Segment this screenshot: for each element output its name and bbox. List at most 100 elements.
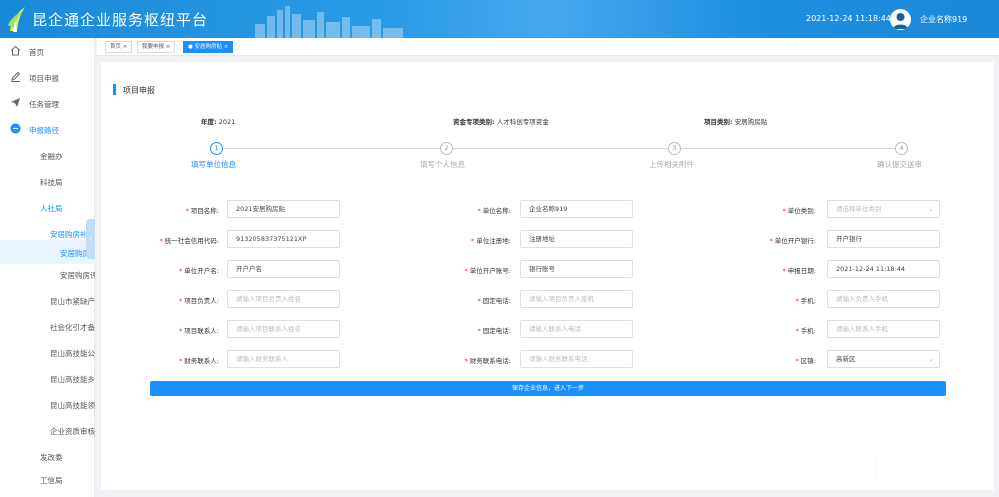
info-fund-value: 人才科创专项资金 bbox=[496, 118, 549, 126]
info-year-value: 2021 bbox=[218, 118, 236, 126]
sidebar-item-label: 昆山高技能公 bbox=[50, 349, 95, 358]
user-icon bbox=[893, 13, 908, 29]
chevron-down-icon: ⌄ bbox=[928, 355, 934, 363]
step-4-circle: 4 bbox=[895, 142, 908, 155]
field-label: * 单位注册地: bbox=[471, 237, 511, 245]
sidebar-item-label: 工信局 bbox=[40, 476, 63, 485]
sidebar-item-label: 发改委 bbox=[40, 453, 63, 462]
sidebar-item-skill-3[interactable]: 昆山高技能领 bbox=[0, 392, 95, 416]
chevron-left-icon: ‹ bbox=[88, 234, 93, 243]
sidebar-item-label: 任务管理 bbox=[29, 100, 59, 109]
sidebar-item-label: 昆山高技能乡 bbox=[50, 375, 95, 384]
step-connector bbox=[225, 148, 441, 149]
project-leader-input[interactable]: 请输入项目负责人姓名 bbox=[227, 290, 340, 308]
sidebar-item-shortage[interactable]: 昆山市紧缺产 bbox=[0, 288, 95, 312]
sidebar-item-label: 安居购房补 bbox=[50, 230, 88, 239]
sidebar-item-label: 社会化引才备 bbox=[50, 323, 95, 332]
top-header: 昆企通企业服务枢纽平台 2021-12-24 11:18:44 企业名称919 bbox=[0, 0, 999, 38]
field-label: * 手机: bbox=[795, 297, 816, 305]
field-label: * 固定电话: bbox=[477, 327, 511, 335]
sidebar-item-label: 人社局 bbox=[40, 204, 63, 213]
sidebar-item-label: 首页 bbox=[29, 48, 44, 57]
company-type-select[interactable]: 请选择单位类别 ⌄ bbox=[827, 200, 940, 218]
field-label: * 财务联系人: bbox=[179, 357, 219, 365]
sidebar-item-hr[interactable]: 人社局 bbox=[0, 195, 95, 219]
step-2-label: 填写个人信息 bbox=[420, 160, 465, 169]
logo-icon bbox=[8, 7, 25, 32]
sidebar-item-label: 企业资质审核 bbox=[50, 427, 95, 436]
sidebar-item-label: 申报路径 bbox=[29, 126, 59, 135]
field-label: * 区镇: bbox=[795, 357, 816, 365]
field-label: * 单位开户账号: bbox=[464, 267, 511, 275]
sidebar-item-project-apply[interactable]: 项目申报 bbox=[0, 65, 95, 89]
sidebar-item-label: 项目申报 bbox=[29, 74, 59, 83]
sidebar-item-home[interactable]: 首页 bbox=[0, 39, 95, 63]
info-type-label: 项目类别: bbox=[704, 118, 733, 126]
edit-icon bbox=[11, 71, 21, 82]
contact-phone-input[interactable]: 请输入联系人电话 bbox=[520, 320, 633, 338]
company-name-input[interactable]: 企业名称919 bbox=[520, 200, 633, 218]
bank-input[interactable]: 开户银行 bbox=[827, 230, 940, 248]
credit-code-input[interactable]: 913205837375121XP bbox=[227, 230, 340, 248]
contact-mobile-input[interactable]: 请输入联系人手机 bbox=[827, 320, 940, 338]
watermark-logo: 江西龙网 bbox=[860, 455, 957, 484]
field-label: * 统一社会信用代码: bbox=[159, 237, 219, 245]
sidebar-item-label: 昆山市紧缺产 bbox=[50, 297, 95, 306]
field-label: * 单位类别: bbox=[782, 207, 816, 215]
sidebar-collapse-handle[interactable]: ‹ bbox=[86, 219, 95, 259]
district-select[interactable]: 高新区 ⌄ bbox=[827, 350, 940, 368]
info-type-value: 安居购房贴 bbox=[734, 118, 768, 126]
sidebar-item-apply-path[interactable]: 申报路径 bbox=[0, 117, 95, 141]
sidebar-item-housing-sub[interactable]: 安居购房 bbox=[0, 240, 95, 264]
leader-phone-input[interactable]: 请输入项目负责人座机 bbox=[520, 290, 633, 308]
sidebar-item-housing-review[interactable]: 安居购房评 bbox=[0, 262, 95, 286]
step-2-circle: 2 bbox=[440, 142, 453, 155]
step-1-circle: 1 bbox=[210, 142, 223, 155]
sidebar-item-skill-2[interactable]: 昆山高技能乡 bbox=[0, 366, 95, 390]
tab-bar: 首页 × 我要申报 × ● 安居购房贴 × bbox=[97, 38, 999, 56]
tab-home[interactable]: 首页 × bbox=[105, 41, 133, 53]
section-marker bbox=[113, 84, 116, 95]
field-label: * 单位开户银行: bbox=[769, 237, 816, 245]
field-label: * 单位开户名: bbox=[179, 267, 219, 275]
finance-phone-input[interactable]: 请输入财务联系电话 bbox=[520, 350, 633, 368]
apply-date-input[interactable]: 2021-12-24 11:18:44 bbox=[827, 260, 940, 278]
sidebar-item-ndrc[interactable]: 发改委 bbox=[0, 444, 95, 468]
sidebar-item-label: 科技局 bbox=[40, 178, 63, 187]
sidebar-item-skill-1[interactable]: 昆山高技能公 bbox=[0, 340, 95, 364]
finance-contact-input[interactable]: 请输入财务联系人 bbox=[227, 350, 340, 368]
username[interactable]: 企业名称919 bbox=[920, 14, 967, 25]
project-name-input[interactable]: 2021安居购房贴 bbox=[227, 200, 340, 218]
sidebar-item-qualification[interactable]: 企业资质审核 bbox=[0, 418, 95, 442]
sidebar-item-task-manage[interactable]: 任务管理 bbox=[0, 91, 95, 115]
tab-housing-subsidy[interactable]: ● 安居购房贴 × bbox=[183, 41, 234, 53]
sidebar-item-finance[interactable]: 金融办 bbox=[0, 143, 95, 167]
sidebar: 首页 项目申报 任务管理 申报路径 金融办 科技局 人社局 安居购房补 安居购房… bbox=[0, 38, 95, 497]
step-connector bbox=[681, 148, 895, 149]
register-address-input[interactable]: 注册地址 bbox=[520, 230, 633, 248]
save-next-button[interactable]: 保存企业信息，进入下一步 bbox=[150, 381, 946, 396]
account-number-input[interactable]: 银行账号 bbox=[520, 260, 633, 278]
field-label: * 手机: bbox=[795, 327, 816, 335]
current-datetime: 2021-12-24 11:18:44 bbox=[806, 14, 891, 23]
field-label: * 申报日期: bbox=[782, 267, 816, 275]
project-contact-input[interactable]: 请输入项目联系人姓名 bbox=[227, 320, 340, 338]
sidebar-item-label: 金融办 bbox=[40, 152, 63, 161]
sidebar-item-social[interactable]: 社会化引才备 bbox=[0, 314, 95, 338]
avatar[interactable] bbox=[890, 9, 911, 30]
info-year-label: 年度: bbox=[201, 118, 217, 126]
send-icon bbox=[11, 98, 20, 107]
step-3-label: 上传相关附件 bbox=[649, 160, 694, 169]
account-name-input[interactable]: 开户户名 bbox=[227, 260, 340, 278]
sidebar-item-tech[interactable]: 科技局 bbox=[0, 169, 95, 193]
chevron-down-icon: ⌄ bbox=[928, 205, 934, 213]
tab-apply[interactable]: 我要申报 × bbox=[137, 41, 176, 53]
path-icon bbox=[10, 123, 21, 134]
sidebar-item-miit[interactable]: 工信局 bbox=[0, 467, 95, 491]
leader-mobile-input[interactable]: 请输入负责人手机 bbox=[827, 290, 940, 308]
svg-text:江西龙网: 江西龙网 bbox=[860, 455, 956, 483]
section-title: 项目申报 bbox=[123, 86, 155, 95]
field-label: * 财务联系电话: bbox=[464, 357, 511, 365]
step-1-label: 填写单位信息 bbox=[191, 160, 236, 169]
field-label: * 项目联系人: bbox=[179, 327, 219, 335]
